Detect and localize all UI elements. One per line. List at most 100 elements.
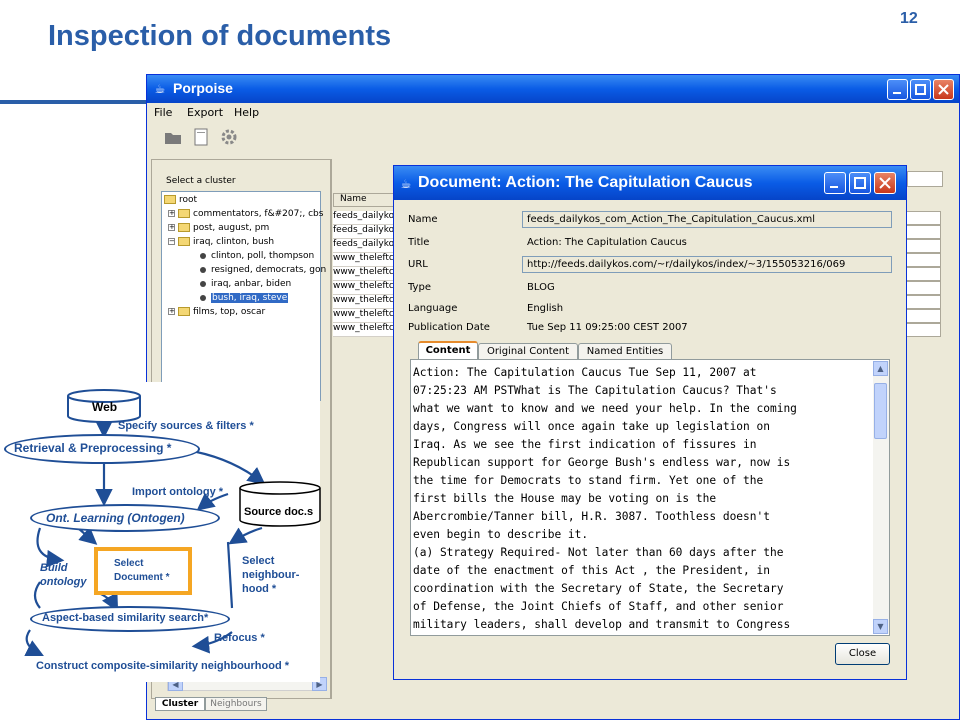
doc-list-row[interactable]: www_theleftc (333, 267, 397, 281)
import-ontology-label: Import ontology * (132, 486, 224, 498)
language-value: English (527, 303, 564, 314)
tree-leaf[interactable]: resigned, democrats, gon (200, 264, 326, 276)
tree-node[interactable]: − iraq, clinton, bush (168, 236, 274, 248)
document-dialog: ☕ Document: Action: The Capitulation Cau… (393, 165, 907, 680)
doc-list-row[interactable]: www_theleftc (333, 295, 397, 309)
aspect-search-label: Aspect-based similarity search* (42, 612, 209, 624)
specify-sources-label: Specify sources & filters * (118, 420, 254, 432)
leaf-bullet-icon (200, 280, 206, 287)
open-folder-icon[interactable] (163, 127, 183, 147)
expand-icon[interactable]: + (168, 308, 175, 315)
folder-icon (178, 223, 190, 232)
scroll-down-icon[interactable]: ▼ (873, 619, 888, 634)
publication-date-value: Tue Sep 11 09:25:00 CEST 2007 (527, 322, 688, 333)
document-content-text: Action: The Capitulation Caucus Tue Sep … (413, 366, 797, 631)
minimize-button[interactable] (887, 79, 908, 100)
settings-gear-icon[interactable] (219, 127, 239, 147)
tree-leaf-selected[interactable]: bush, iraq, steve (200, 292, 289, 304)
tab-content[interactable]: Content (418, 341, 478, 359)
close-button[interactable]: Close (835, 643, 890, 665)
right-list-row[interactable] (905, 211, 941, 225)
source-docs-label: Source doc.s (244, 506, 314, 518)
tree-leaf[interactable]: clinton, poll, thompson (200, 250, 314, 262)
tab-named-entities[interactable]: Named Entities (578, 343, 672, 359)
java-icon: ☕ (154, 82, 166, 96)
title-value: Action: The Capitulation Caucus (527, 237, 687, 248)
ontology-label: ontology (40, 576, 87, 588)
doc-list-header[interactable]: Name (333, 193, 397, 207)
dialog-close-icon[interactable] (874, 172, 896, 194)
right-list-row[interactable] (905, 281, 941, 295)
tree-leaf[interactable]: iraq, anbar, biden (200, 278, 291, 290)
doc-list-row[interactable]: www_theleftc (333, 309, 397, 323)
right-list-row[interactable] (905, 295, 941, 309)
dialog-maximize-button[interactable] (849, 172, 871, 194)
right-list-row[interactable] (905, 323, 941, 337)
ontology-learning-label: Ont. Learning (Ontogen) (46, 511, 185, 525)
language-label: Language (408, 303, 458, 314)
right-list-row[interactable] (905, 267, 941, 281)
slide-page-number: 12 (900, 10, 918, 27)
close-window-button[interactable] (933, 79, 954, 100)
name-label: Name (408, 214, 438, 225)
content-vscrollbar[interactable]: ▲ ▼ (873, 361, 889, 634)
source-docs-cylinder-icon (239, 481, 321, 527)
retrieval-label: Retrieval & Preprocessing * (14, 441, 172, 455)
type-value: BLOG (527, 282, 555, 293)
window-titlebar[interactable]: ☕ Porpoise (147, 75, 959, 103)
tab-neighbours[interactable]: Neighbours (205, 697, 267, 711)
tree-node[interactable]: + films, top, oscar (168, 306, 265, 318)
workflow-diagram: Web Specify sources & filters * Retrieva… (0, 382, 321, 682)
tree-node-root[interactable]: root (164, 194, 197, 206)
tree-node[interactable]: + post, august, pm (168, 222, 269, 234)
name-field[interactable]: feeds_dailykos_com_Action_The_Capitulati… (522, 211, 892, 228)
leaf-bullet-icon (200, 252, 206, 259)
right-list-row[interactable] (905, 253, 941, 267)
title-label: Title (408, 237, 430, 248)
menu-bar: File Export Help (147, 103, 959, 123)
tab-cluster[interactable]: Cluster (155, 697, 205, 711)
slide-title: Inspection of documents (48, 20, 392, 52)
search-input[interactable] (907, 171, 943, 187)
web-label: Web (92, 400, 118, 414)
url-label: URL (408, 259, 428, 270)
select-neighbourhood-label-2: neighbour- (242, 569, 300, 581)
cluster-tree[interactable]: root + commentators, f&#207;, cbs + post, … (161, 191, 326, 401)
doc-list-row[interactable]: www_theleftc (333, 323, 397, 337)
document-content-area[interactable]: Action: The Capitulation Caucus Tue Sep … (410, 359, 890, 636)
refocus-label: Refocus * (214, 632, 265, 644)
dialog-minimize-button[interactable] (824, 172, 846, 194)
collapse-icon[interactable]: − (168, 238, 175, 245)
slide-divider (0, 100, 152, 104)
scroll-up-icon[interactable]: ▲ (873, 361, 888, 376)
doc-list-row[interactable]: feeds_dailyko (333, 225, 397, 239)
doc-list-row[interactable]: www_theleftc (333, 281, 397, 295)
tree-node[interactable]: + commentators, f&#207;, cbs (168, 208, 323, 220)
select-cluster-label: Select a cluster (166, 176, 236, 186)
construct-neighbourhood-label: Construct composite-similarity neighbour… (36, 660, 290, 672)
menu-help[interactable]: Help (234, 106, 259, 119)
url-field[interactable]: http://feeds.dailykos.com/~r/dailykos/in… (522, 256, 892, 273)
folder-icon (178, 209, 190, 218)
new-document-icon[interactable] (191, 127, 211, 147)
dialog-titlebar[interactable]: ☕ Document: Action: The Capitulation Cau… (394, 166, 906, 200)
tab-original-content[interactable]: Original Content (478, 343, 578, 359)
right-list-row[interactable] (905, 225, 941, 239)
doc-list-row[interactable]: feeds_dailyko (333, 211, 397, 225)
select-neighbourhood-label-1: Select (242, 555, 275, 567)
select-document-label-2: Document * (114, 572, 170, 583)
expand-icon[interactable]: + (168, 210, 175, 217)
maximize-button[interactable] (910, 79, 931, 100)
right-list-row[interactable] (905, 309, 941, 323)
dialog-title: Document: Action: The Capitulation Caucu… (418, 174, 753, 191)
folder-icon (178, 237, 190, 246)
doc-list-row[interactable]: feeds_dailyko (333, 239, 397, 253)
window-title: Porpoise (173, 80, 233, 96)
menu-file[interactable]: File (154, 106, 172, 119)
menu-export[interactable]: Export (187, 106, 223, 119)
pane-divider[interactable] (331, 159, 332, 699)
scroll-thumb[interactable] (874, 383, 887, 439)
doc-list-row[interactable]: www_theleftc (333, 253, 397, 267)
right-list-row[interactable] (905, 239, 941, 253)
expand-icon[interactable]: + (168, 224, 175, 231)
